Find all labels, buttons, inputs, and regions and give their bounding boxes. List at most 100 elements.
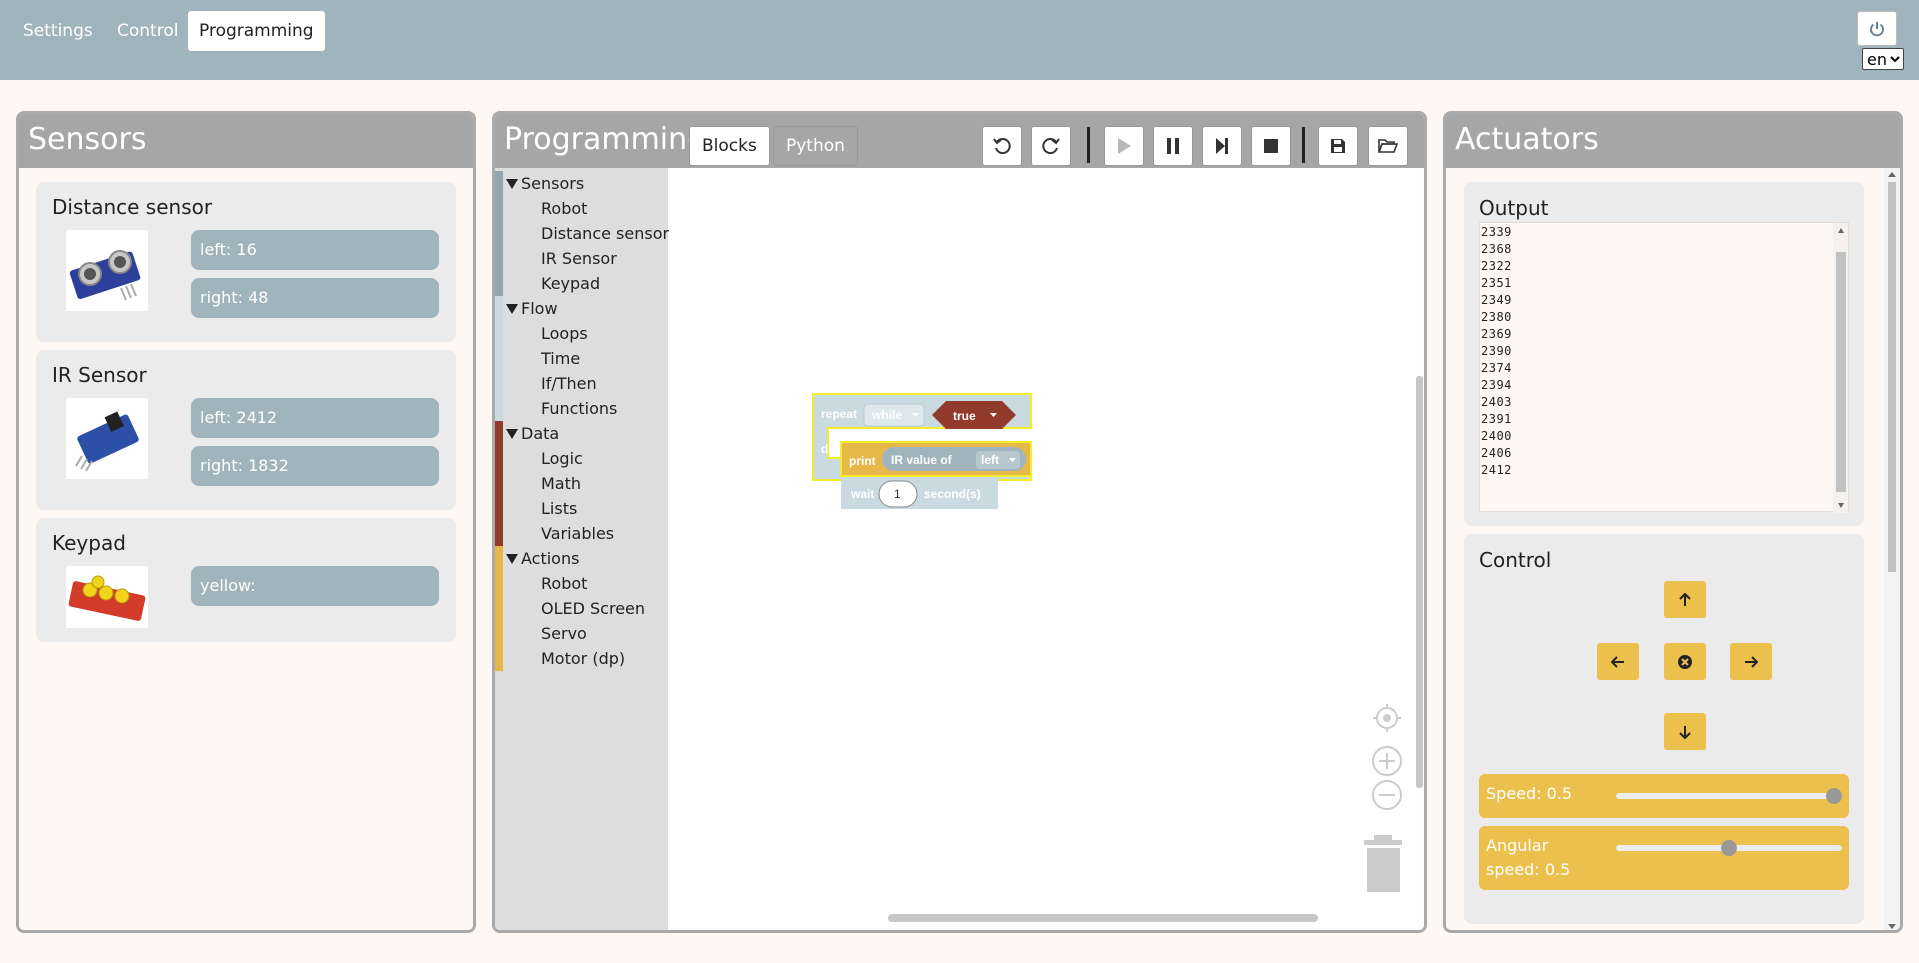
actuators-scroll-thumb[interactable] xyxy=(1888,182,1896,572)
ir-value-label: IR value of xyxy=(891,453,953,467)
toolbox-item-robot[interactable]: Robot xyxy=(495,196,668,221)
toolbox-item-lists[interactable]: Lists xyxy=(495,496,668,521)
toolbox-item-oled-screen[interactable]: OLED Screen xyxy=(495,596,668,621)
toolbox-item-data[interactable]: Data xyxy=(495,421,668,446)
undo-button[interactable] xyxy=(982,126,1022,166)
ir-right-value: right: 1832 xyxy=(191,446,439,486)
category-color-bar xyxy=(495,446,503,471)
toolbox-item-functions[interactable]: Functions xyxy=(495,396,668,421)
stop-robot-button[interactable] xyxy=(1664,643,1706,680)
tab-control[interactable]: Control xyxy=(106,11,189,51)
category-color-bar xyxy=(495,346,503,371)
open-button[interactable] xyxy=(1368,126,1408,166)
recenter-button[interactable] xyxy=(1373,704,1401,732)
stop-button[interactable] xyxy=(1251,126,1291,166)
toolbox-item-math[interactable]: Math xyxy=(495,471,668,496)
toolbox-item-variables[interactable]: Variables xyxy=(495,521,668,546)
power-icon xyxy=(1870,21,1884,36)
sensors-title: Sensors xyxy=(28,122,147,157)
speed-slider-track[interactable] xyxy=(1616,793,1842,799)
toolbox-item-sensors[interactable]: Sensors xyxy=(495,171,668,196)
print-block[interactable]: print IR value of left xyxy=(840,441,1032,477)
arrow-right-icon xyxy=(1745,655,1758,668)
speed-slider-box: Speed: 0.5 xyxy=(1479,774,1849,818)
output-lines: 2339 2368 2322 2351 2349 2380 2369 2390 2374 2394… xyxy=(1481,224,1512,479)
ultrasonic-sensor-image xyxy=(66,230,148,311)
redo-button[interactable] xyxy=(1031,126,1071,166)
output-line: 2322 xyxy=(1481,259,1512,273)
toolbox-item-if-then[interactable]: If/Then xyxy=(495,371,668,396)
keypad-yellow-value: yellow: xyxy=(191,566,439,606)
wait-block[interactable]: wait 1 second(s) xyxy=(841,477,998,509)
blocks-canvas: repeat while do true print IR value of l… xyxy=(812,376,1423,922)
output-line: 2390 xyxy=(1481,344,1512,358)
toolbox-item-flow[interactable]: Flow xyxy=(495,296,668,321)
output-scrollbar[interactable] xyxy=(1833,223,1848,513)
pause-button[interactable] xyxy=(1153,126,1193,166)
toolbox-label: Motor (dp) xyxy=(541,649,626,668)
language-select[interactable]: en xyxy=(1862,48,1904,70)
close-circle-icon xyxy=(1678,654,1692,669)
turn-right-button[interactable] xyxy=(1730,643,1772,680)
power-button[interactable] xyxy=(1857,11,1897,46)
sensor-name: Keypad xyxy=(52,531,126,555)
toolbox-label: Distance sensor xyxy=(541,224,670,243)
toolbox-item-time[interactable]: Time xyxy=(495,346,668,371)
toolbox-item-loops[interactable]: Loops xyxy=(495,321,668,346)
step-button[interactable] xyxy=(1202,126,1242,166)
python-mode-button[interactable]: Python xyxy=(773,126,858,166)
control-title: Control xyxy=(1479,548,1552,572)
zoom-out-button[interactable] xyxy=(1372,780,1402,810)
step-icon xyxy=(1216,138,1228,154)
run-button[interactable] xyxy=(1104,126,1144,166)
output-console[interactable]: 2339 2368 2322 2351 2349 2380 2369 2390 2374 2394… xyxy=(1479,222,1849,513)
sensors-body: Distance sensor left: 16 right: 48 IR Se… xyxy=(19,168,473,930)
angular-slider-knob[interactable] xyxy=(1721,840,1737,856)
save-icon xyxy=(1331,139,1345,153)
toolbox-label: Robot xyxy=(541,199,588,218)
category-color-bar xyxy=(495,571,503,596)
blockly-toolbox: Sensors Robot Distance sensor IR Sensor Keyp… xyxy=(495,168,670,930)
distance-right-value: right: 48 xyxy=(191,278,439,318)
repeat-label: repeat xyxy=(821,407,857,421)
toolbox-label: Lists xyxy=(541,499,578,518)
expand-triangle-icon[interactable] xyxy=(506,429,518,439)
expand-triangle-icon[interactable] xyxy=(506,179,518,189)
toolbox-label: Variables xyxy=(541,524,615,543)
toolbox-item-logic[interactable]: Logic xyxy=(495,446,668,471)
turn-left-button[interactable] xyxy=(1597,643,1639,680)
horizontal-scrollbar[interactable] xyxy=(888,914,1318,922)
toolbox-item-actions[interactable]: Actions xyxy=(495,546,668,571)
toolbox-item-ir-sensor[interactable]: IR Sensor xyxy=(495,246,668,271)
trash-icon[interactable] xyxy=(1364,835,1402,892)
toolbox-item-keypad[interactable]: Keypad xyxy=(495,271,668,296)
wait-unit-label: second(s) xyxy=(924,487,981,501)
toolbox-item-motor-dp-[interactable]: Motor (dp) xyxy=(495,646,668,671)
expand-triangle-icon[interactable] xyxy=(506,304,518,314)
toolbox-item-robot[interactable]: Robot xyxy=(495,571,668,596)
move-backward-button[interactable] xyxy=(1664,713,1706,750)
blocks-mode-button[interactable]: Blocks xyxy=(689,126,770,166)
expand-triangle-icon[interactable] xyxy=(506,554,518,564)
toolbox-item-distance-sensor[interactable]: Distance sensor xyxy=(495,221,670,246)
folder-open-icon xyxy=(1378,139,1398,153)
vertical-scrollbar[interactable] xyxy=(1416,376,1423,788)
true-condition-block[interactable]: true xyxy=(932,401,1016,429)
actuators-panel-header: Actuators xyxy=(1446,114,1900,168)
toolbox-item-servo[interactable]: Servo xyxy=(495,621,668,646)
top-bar: Settings Control Programming en xyxy=(0,0,1919,80)
actuators-scrollbar[interactable] xyxy=(1884,168,1900,930)
speed-slider-knob[interactable] xyxy=(1826,788,1842,804)
output-scroll-thumb[interactable] xyxy=(1836,252,1846,492)
tab-settings[interactable]: Settings xyxy=(12,11,104,51)
move-forward-button[interactable] xyxy=(1664,581,1706,618)
tab-programming[interactable]: Programming xyxy=(188,11,325,51)
do-label: do xyxy=(821,442,836,456)
category-color-bar xyxy=(495,321,503,346)
ir-left-value: left: 2412 xyxy=(191,398,439,438)
angular-label-line2: speed: 0.5 xyxy=(1486,860,1571,879)
save-button[interactable] xyxy=(1318,126,1358,166)
zoom-in-button[interactable] xyxy=(1372,746,1402,776)
pause-icon xyxy=(1167,138,1179,154)
blockly-workspace[interactable]: Sensors Robot Distance sensor IR Sensor Keyp… xyxy=(495,168,1424,930)
